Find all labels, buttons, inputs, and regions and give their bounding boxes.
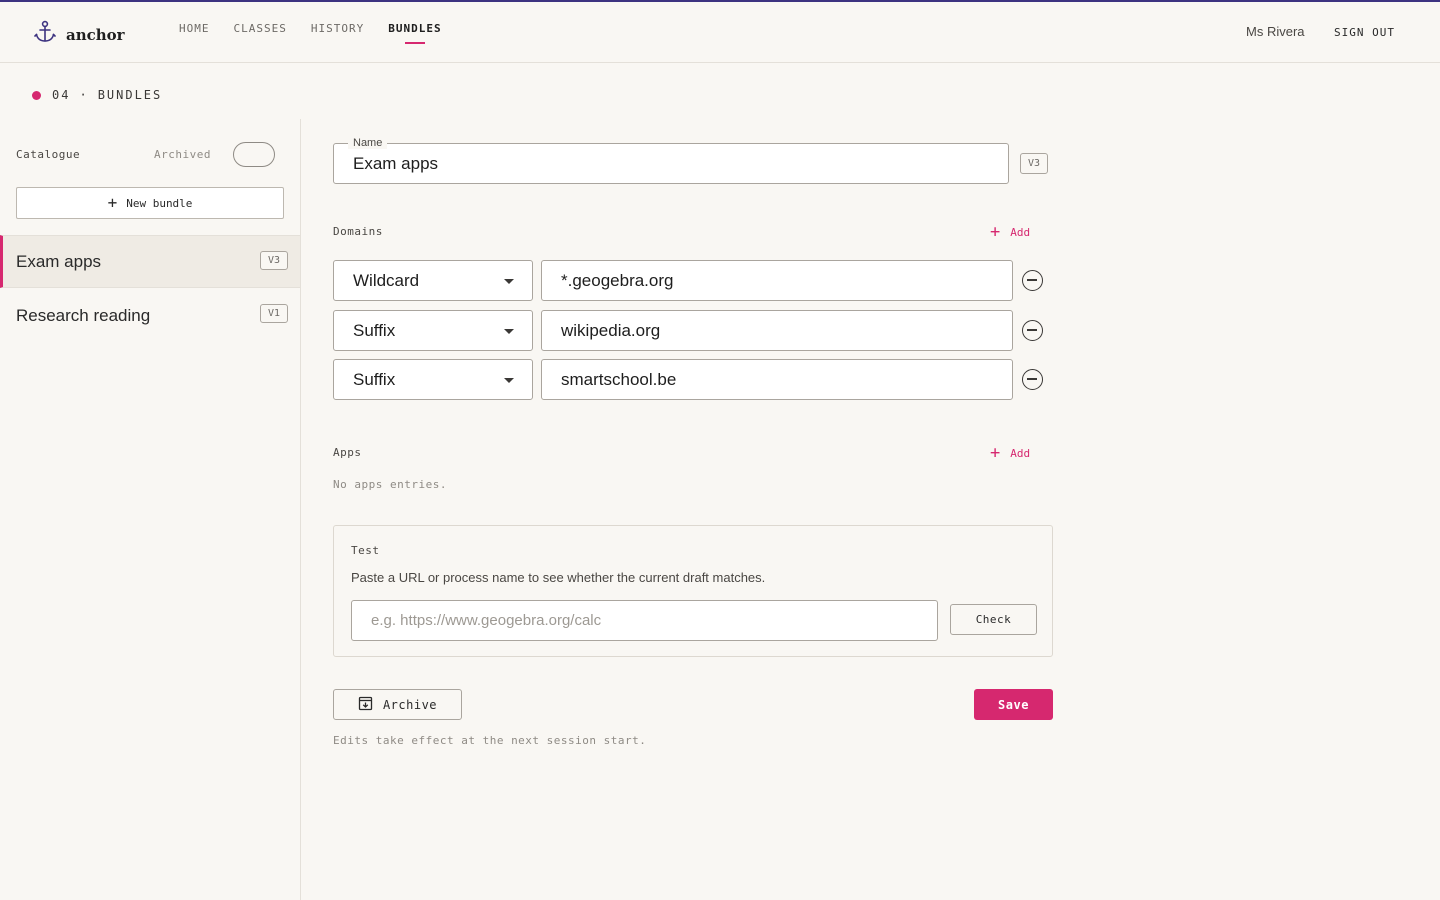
nav-bundles[interactable]: BUNDLES: [388, 22, 441, 44]
nav-classes[interactable]: CLASSES: [234, 22, 287, 35]
new-bundle-button[interactable]: + New bundle: [16, 187, 284, 219]
plus-icon: +: [107, 193, 118, 212]
test-description: Paste a URL or process name to see wheth…: [351, 570, 766, 585]
domain-pattern-input[interactable]: wikipedia.org: [541, 310, 1013, 351]
domain-pattern-input[interactable]: smartschool.be: [541, 359, 1013, 400]
bundle-item-research-reading[interactable]: Research reading V1: [0, 289, 300, 342]
test-title: Test: [351, 544, 380, 557]
archive-box-icon: [358, 696, 383, 714]
app-name: anchor: [66, 25, 125, 44]
domain-row: Wildcard *.geogebra.org: [333, 260, 1053, 301]
add-app-button[interactable]: + Add: [990, 445, 1030, 462]
archive-label: Archive: [382, 697, 438, 712]
section-heading: 04 · BUNDLES: [32, 88, 162, 102]
bundle-name: Research reading: [16, 305, 151, 325]
match-type-select[interactable]: Wildcard: [333, 260, 533, 301]
add-label: Add: [1010, 226, 1031, 239]
section-dot: [32, 90, 41, 100]
chevron-down-icon: [504, 378, 514, 383]
plus-icon: +: [990, 222, 1001, 242]
chevron-down-icon: [504, 329, 514, 334]
domains-label: Domains: [333, 225, 383, 238]
domain-row: Suffix wikipedia.org: [333, 310, 1053, 351]
check-button[interactable]: Check: [950, 604, 1037, 635]
sign-out-link[interactable]: SIGN OUT: [1334, 26, 1395, 39]
apps-label: Apps: [333, 446, 362, 459]
archived-label: Archived: [154, 148, 211, 161]
name-input[interactable]: [353, 154, 953, 174]
remove-circle-icon[interactable]: [1022, 270, 1043, 291]
add-label: Add: [1010, 447, 1031, 460]
test-url-input[interactable]: [351, 600, 938, 641]
anchor-icon: [34, 20, 56, 49]
domain-pattern-input[interactable]: *.geogebra.org: [541, 260, 1013, 301]
match-type-select[interactable]: Suffix: [333, 310, 533, 351]
main-nav: HOME CLASSES HISTORY BUNDLES: [179, 22, 466, 44]
save-button[interactable]: Save: [974, 689, 1053, 720]
section-separator: ·: [79, 88, 89, 102]
archive-button[interactable]: Archive: [333, 689, 462, 720]
domain-pattern-value: *.geogebra.org: [561, 270, 674, 290]
version-badge: V3: [259, 251, 288, 270]
name-label: Name: [348, 137, 388, 149]
remove-circle-icon[interactable]: [1022, 320, 1043, 341]
user-name: Ms Rivera: [1246, 24, 1305, 39]
match-type-value: Wildcard: [353, 270, 420, 290]
domain-pattern-value: wikipedia.org: [561, 320, 661, 340]
domain-pattern-value: smartschool.be: [561, 369, 677, 389]
nav-history[interactable]: HISTORY: [311, 22, 364, 35]
add-domain-button[interactable]: + Add: [990, 224, 1030, 241]
save-footnote: Edits take effect at the next session st…: [333, 734, 647, 747]
plus-icon: +: [990, 443, 1001, 463]
version-badge: V3: [1020, 153, 1049, 174]
version-badge: V1: [259, 304, 288, 323]
section-title: BUNDLES: [97, 88, 163, 102]
chevron-down-icon: [504, 279, 514, 284]
match-type-value: Suffix: [353, 320, 396, 340]
nav-home[interactable]: HOME: [179, 22, 210, 35]
apps-empty-message: No apps entries.: [333, 478, 447, 491]
test-panel: Test Paste a URL or process name to see …: [333, 525, 1053, 657]
new-bundle-label: New bundle: [126, 196, 193, 210]
bundle-name: Exam apps: [16, 251, 102, 271]
match-type-select[interactable]: Suffix: [333, 359, 533, 400]
section-number: 04: [52, 88, 71, 102]
app-header: anchor HOME CLASSES HISTORY BUNDLES Ms R…: [0, 2, 1440, 63]
name-field[interactable]: [333, 143, 1009, 184]
match-type-value: Suffix: [353, 369, 396, 389]
bundle-sidebar: Catalogue Archived + New bundle Exam app…: [0, 119, 301, 900]
domain-row: Suffix smartschool.be: [333, 359, 1053, 400]
bundle-item-exam-apps[interactable]: Exam apps V3: [0, 235, 300, 288]
remove-circle-icon[interactable]: [1022, 369, 1043, 390]
catalogue-label: Catalogue: [16, 148, 81, 161]
logo[interactable]: anchor: [34, 20, 125, 49]
archived-toggle[interactable]: [233, 142, 275, 167]
